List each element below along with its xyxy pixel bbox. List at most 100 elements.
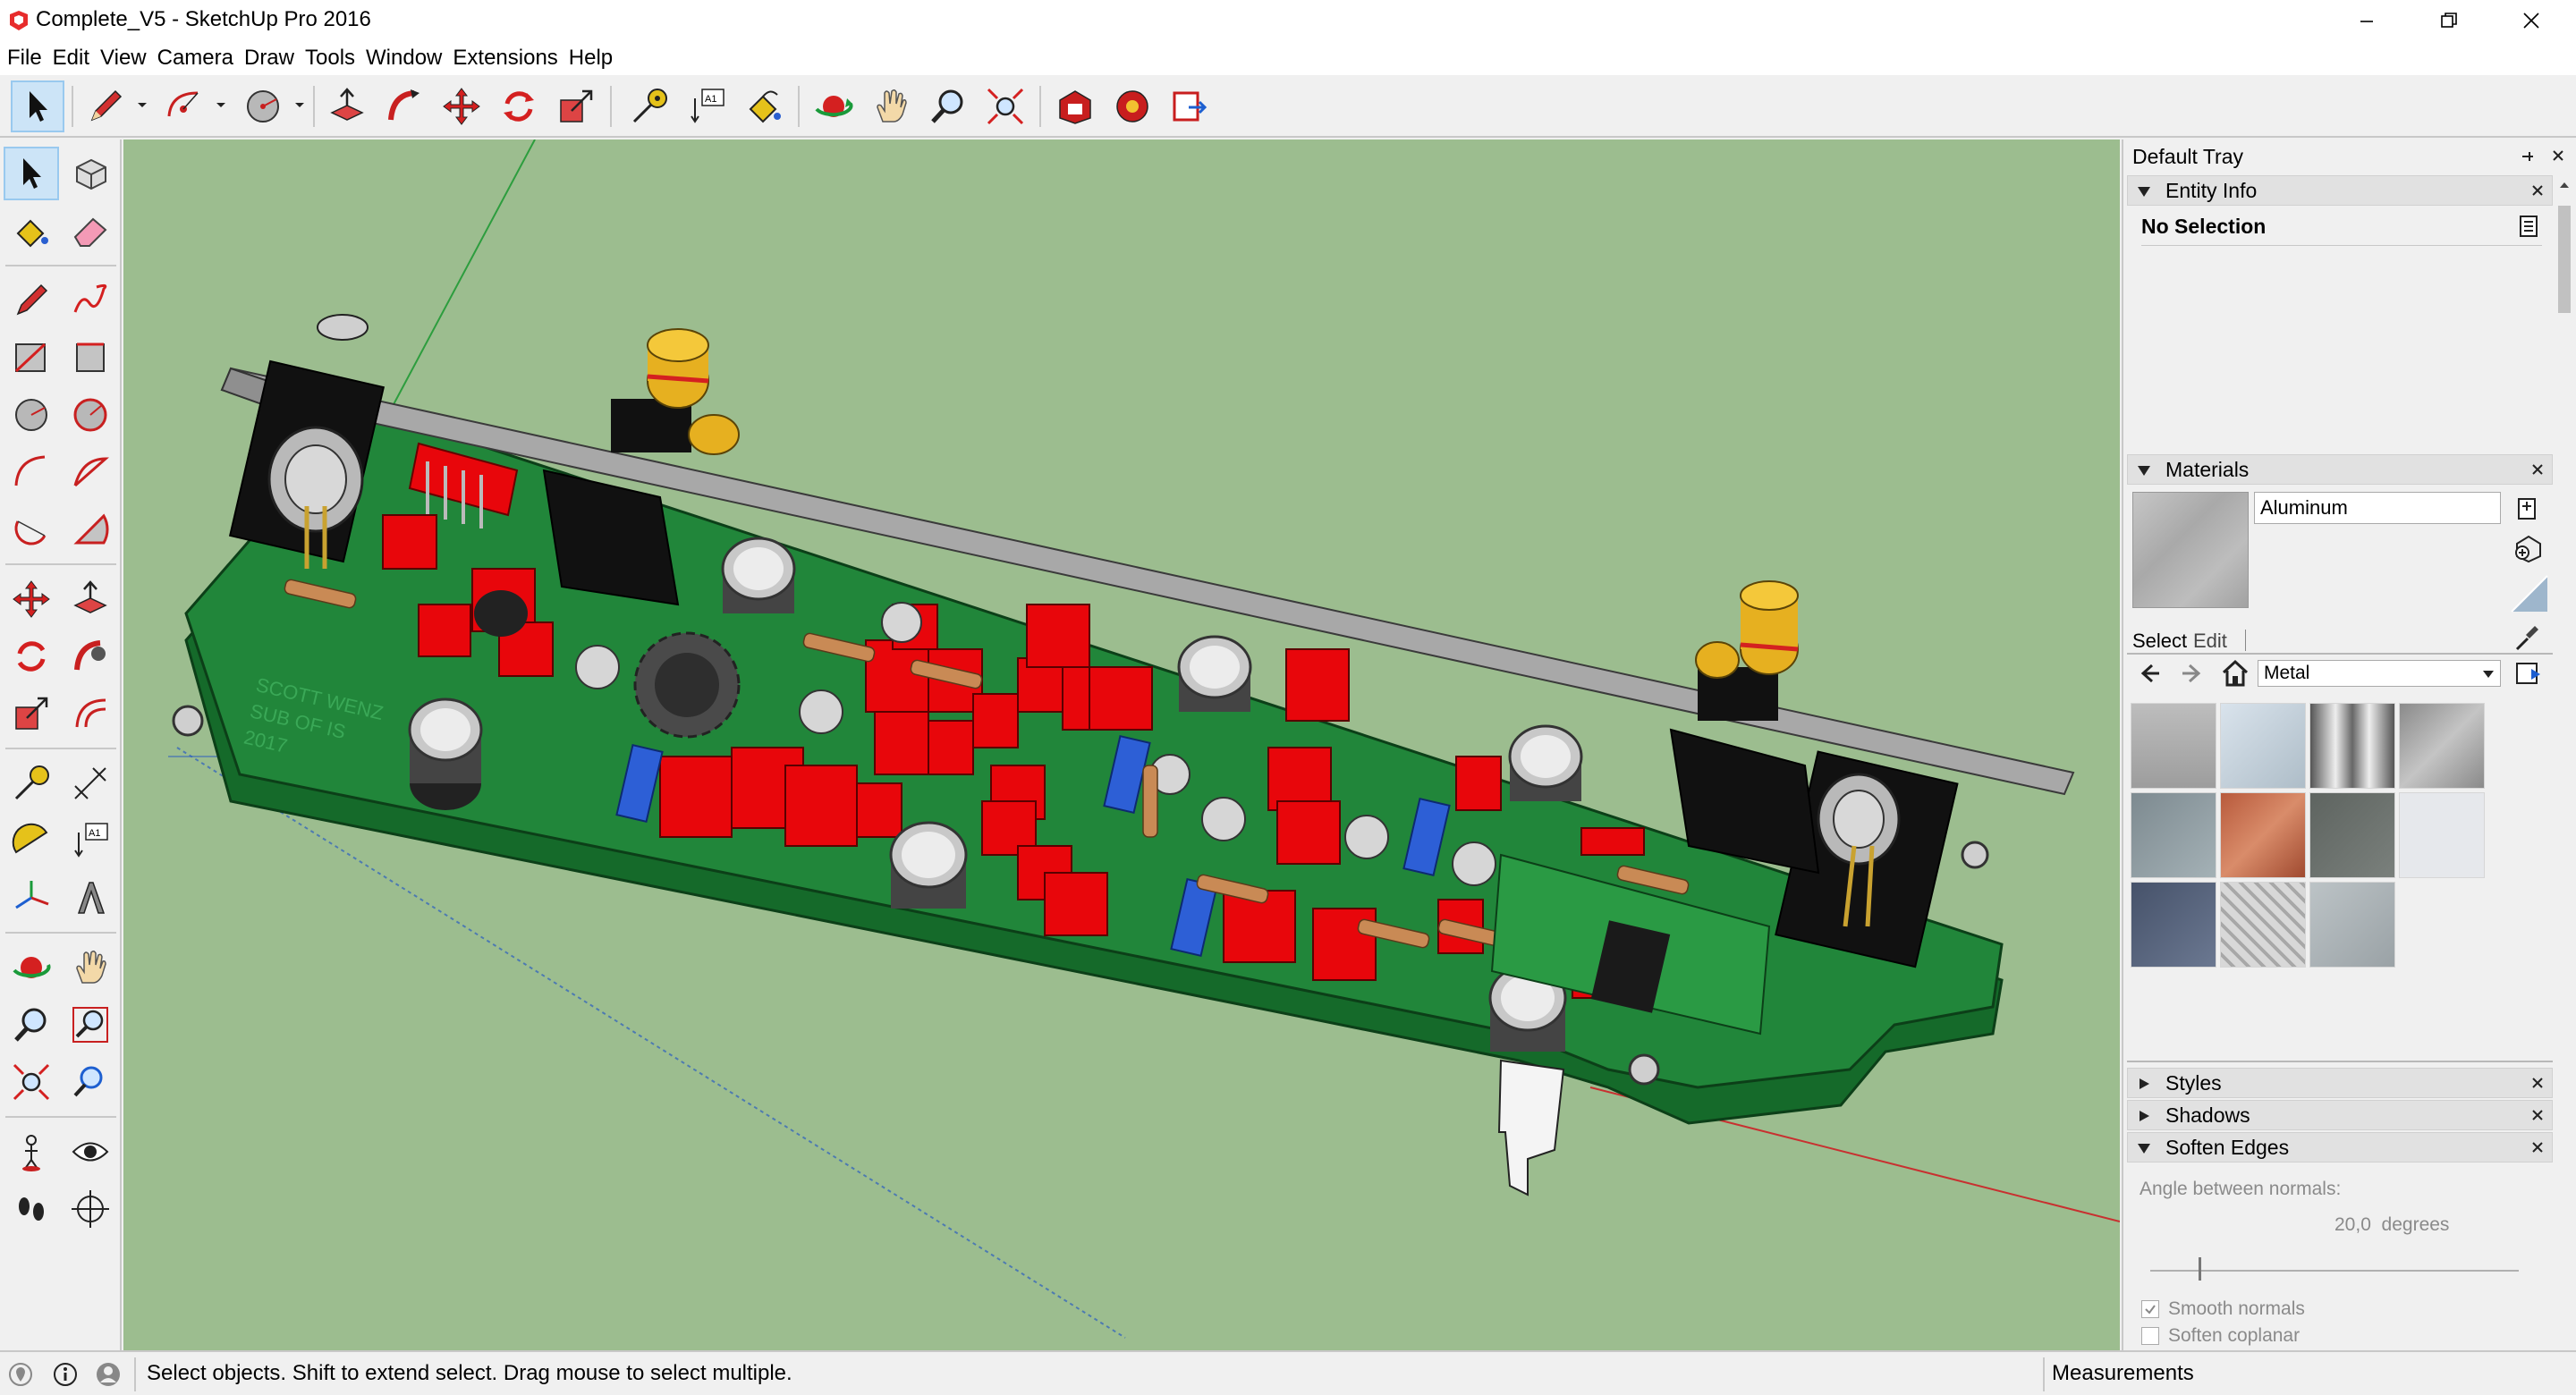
angle-slider-thumb[interactable]	[2199, 1257, 2201, 1281]
lt-circle-button[interactable]	[4, 388, 59, 442]
menu-window[interactable]: Window	[362, 41, 449, 75]
minimize-button[interactable]	[2329, 0, 2404, 41]
rotate-tool-button[interactable]	[492, 80, 546, 132]
shadows-header[interactable]: Shadows	[2127, 1100, 2553, 1130]
lt-rotated-rectangle-button[interactable]	[63, 331, 118, 385]
tab-edit[interactable]: Edit	[2193, 630, 2227, 653]
default-material-swatch-icon[interactable]	[2510, 574, 2549, 613]
materials-header[interactable]: Materials	[2127, 454, 2553, 485]
soften-coplanar-checkbox[interactable]	[2141, 1327, 2159, 1345]
display-secondary-pane-icon[interactable]	[2517, 497, 2537, 520]
swatch-metal-3[interactable]	[2309, 703, 2395, 789]
lt-walk-button[interactable]	[4, 1182, 59, 1236]
lt-tape-measure-button[interactable]	[4, 757, 59, 810]
angle-slider-track[interactable]	[2150, 1270, 2519, 1272]
select-tool-button[interactable]	[11, 80, 64, 132]
menu-view[interactable]: View	[97, 41, 154, 75]
swatch-metal-6[interactable]	[2220, 792, 2306, 878]
circle-tool-button[interactable]	[236, 80, 290, 132]
smooth-normals-checkbox[interactable]	[2141, 1300, 2159, 1318]
lt-3d-text-button[interactable]	[63, 871, 118, 925]
create-material-icon[interactable]	[2513, 533, 2544, 563]
swatch-metal-8[interactable]	[2399, 792, 2485, 878]
lt-paint-button[interactable]	[4, 204, 59, 258]
chevron-down-icon[interactable]	[215, 98, 227, 111]
forward-arrow-icon[interactable]	[2179, 660, 2206, 687]
lt-section-plane-button[interactable]	[63, 1182, 118, 1236]
home-icon[interactable]	[2220, 658, 2250, 689]
user-account-icon[interactable]	[95, 1361, 122, 1388]
chevron-down-icon[interactable]	[293, 98, 306, 111]
material-library-select[interactable]: Metal	[2258, 660, 2501, 687]
lt-component-button[interactable]	[63, 147, 118, 200]
close-icon[interactable]	[2530, 1076, 2545, 1090]
soften-edges-header[interactable]: Soften Edges	[2127, 1132, 2553, 1162]
info-icon[interactable]	[52, 1361, 79, 1388]
menu-camera[interactable]: Camera	[154, 41, 241, 75]
orbit-button[interactable]	[807, 80, 860, 132]
menu-draw[interactable]: Draw	[241, 41, 301, 75]
restore-button[interactable]	[2411, 0, 2487, 41]
lt-arc-button[interactable]	[4, 445, 59, 499]
follow-me-button[interactable]	[377, 80, 431, 132]
scale-tool-button[interactable]	[549, 80, 603, 132]
lt-eraser-button[interactable]	[63, 204, 118, 258]
lt-follow-me-button[interactable]	[63, 630, 118, 683]
zoom-button[interactable]	[921, 80, 975, 132]
lt-previous-view-button[interactable]	[63, 1055, 118, 1109]
pin-icon[interactable]	[2521, 150, 2535, 163]
lt-3pt-arc-button[interactable]	[4, 503, 59, 556]
lt-rotate-button[interactable]	[4, 630, 59, 683]
text-tool-button[interactable]: A1	[680, 80, 733, 132]
menu-tools[interactable]: Tools	[301, 41, 362, 75]
lt-polygon-button[interactable]	[63, 388, 118, 442]
styles-header[interactable]: Styles	[2127, 1068, 2553, 1098]
lt-freehand-button[interactable]	[63, 274, 118, 327]
zoom-extents-button[interactable]	[979, 80, 1032, 132]
tray-scrollbar[interactable]	[2553, 175, 2576, 1347]
lt-text-button[interactable]: A1	[63, 814, 118, 867]
lt-scale-button[interactable]	[4, 687, 59, 740]
3d-warehouse-button[interactable]	[1048, 80, 1102, 132]
push-pull-button[interactable]	[320, 80, 374, 132]
entity-info-header[interactable]: Entity Info	[2127, 175, 2553, 206]
arc-tool-button[interactable]	[157, 80, 211, 132]
swatch-metal-7[interactable]	[2309, 792, 2395, 878]
model-viewport[interactable]: SCOTT WENZ SUB OF IS 2017	[123, 140, 2120, 1350]
lt-pie-button[interactable]	[63, 503, 118, 556]
menu-help[interactable]: Help	[565, 41, 620, 75]
menu-extensions[interactable]: Extensions	[449, 41, 564, 75]
swatch-metal-2[interactable]	[2220, 703, 2306, 789]
lt-2pt-arc-button[interactable]	[63, 445, 118, 499]
tray-close-button[interactable]	[2551, 148, 2565, 163]
lt-pan-button[interactable]	[63, 941, 118, 994]
lt-select-button[interactable]	[4, 147, 59, 200]
send-to-layout-button[interactable]	[1163, 80, 1216, 132]
geo-location-icon[interactable]	[7, 1361, 34, 1388]
close-icon[interactable]	[2530, 462, 2545, 477]
back-arrow-icon[interactable]	[2136, 660, 2163, 687]
lt-position-camera-button[interactable]	[4, 1125, 59, 1179]
lt-move-button[interactable]	[4, 572, 59, 626]
details-menu-icon[interactable]	[2513, 658, 2544, 689]
lt-offset-button[interactable]	[63, 687, 118, 740]
swatch-metal-1[interactable]	[2131, 703, 2216, 789]
lt-rectangle-button[interactable]	[4, 331, 59, 385]
tape-measure-button[interactable]	[623, 80, 676, 132]
move-tool-button[interactable]	[435, 80, 488, 132]
details-toggle-icon[interactable]	[2519, 215, 2538, 238]
swatch-metal-5[interactable]	[2131, 792, 2216, 878]
lt-look-around-button[interactable]	[63, 1125, 118, 1179]
menu-edit[interactable]: Edit	[49, 41, 97, 75]
scrollbar-thumb[interactable]	[2558, 206, 2571, 313]
line-tool-button[interactable]	[79, 80, 132, 132]
swatch-metal-4[interactable]	[2399, 703, 2485, 789]
measurements-input[interactable]	[2199, 1357, 2571, 1391]
extension-warehouse-button[interactable]	[1106, 80, 1159, 132]
swatch-metal-11[interactable]	[2309, 882, 2395, 968]
lt-line-button[interactable]	[4, 274, 59, 327]
menu-file[interactable]: File	[4, 41, 49, 75]
lt-zoom-window-button[interactable]	[63, 998, 118, 1052]
lt-dimension-button[interactable]	[63, 757, 118, 810]
swatch-metal-10[interactable]	[2220, 882, 2306, 968]
